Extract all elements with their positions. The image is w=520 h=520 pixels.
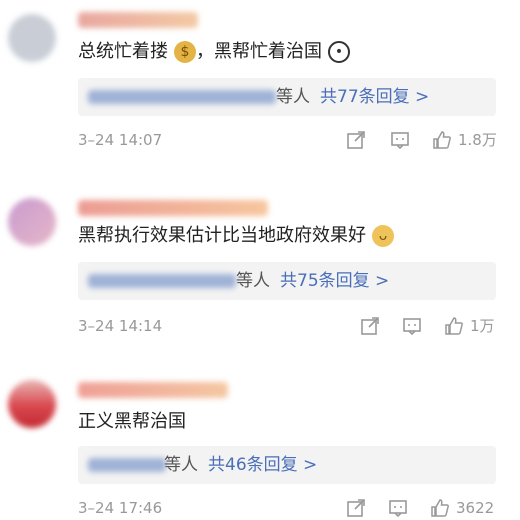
comment-text: 正义黑帮治国 <box>78 410 186 434</box>
comment-text-part: ，黑帮忙着治国 <box>196 41 322 62</box>
reply-count-link[interactable]: 等人 共75条回复 > <box>236 268 389 294</box>
username[interactable] <box>78 382 228 398</box>
username[interactable] <box>78 12 198 28</box>
reply-summary[interactable]: 等人 共46条回复 > <box>78 446 496 484</box>
reply-usernames <box>88 458 166 472</box>
reply-usernames <box>88 274 236 288</box>
reply-summary[interactable]: 等人 共77条回复 > <box>78 78 496 116</box>
like-icon[interactable] <box>444 316 464 336</box>
like-icon[interactable] <box>430 498 450 518</box>
reply-who: 等人 <box>164 455 198 475</box>
reply-who: 等人 <box>276 87 310 107</box>
reply-count-link[interactable]: 等人 共46条回复 > <box>164 452 317 478</box>
money-bag-icon: $ <box>174 41 196 63</box>
reply-usernames <box>88 90 276 104</box>
comment-text-part: 正义黑帮治国 <box>78 411 186 432</box>
comment-text-part: 总统忙着搂 <box>78 41 168 62</box>
comment-icon[interactable] <box>388 498 408 518</box>
doge-face-icon: ᴗ <box>372 225 394 247</box>
like-count: 1万 <box>470 317 495 335</box>
comment-icon[interactable] <box>402 316 422 336</box>
share-icon[interactable] <box>360 316 380 336</box>
reply-count: 共46条回复 > <box>208 455 318 475</box>
reply-count: 共77条回复 > <box>320 87 430 107</box>
avatar[interactable] <box>8 198 56 246</box>
timestamp: 3–24 14:07 <box>78 131 163 149</box>
like-count: 3622 <box>456 499 495 517</box>
comment-meta: 3–24 14:14 1万 <box>78 314 498 338</box>
share-icon[interactable] <box>346 130 366 150</box>
comment-text-part: 黑帮执行效果估计比当地政府效果好 <box>78 225 366 246</box>
reply-who: 等人 <box>236 271 270 291</box>
like-icon[interactable] <box>432 130 452 150</box>
like-count: 1.8万 <box>458 131 497 149</box>
reply-count: 共75条回复 > <box>280 271 390 291</box>
comment-meta: 3–24 14:07 1.8万 <box>78 128 498 152</box>
timestamp: 3–24 17:46 <box>78 499 163 517</box>
share-icon[interactable] <box>346 498 366 518</box>
reply-count-link[interactable]: 等人 共77条回复 > <box>276 84 429 110</box>
comment-text: 总统忙着搂 $ ，黑帮忙着治国 • <box>78 40 350 64</box>
reply-summary[interactable]: 等人 共75条回复 > <box>78 262 496 300</box>
comment-icon[interactable] <box>390 130 410 150</box>
avatar[interactable] <box>8 14 56 62</box>
avatar[interactable] <box>8 380 56 428</box>
panda-face-icon: • <box>328 41 350 63</box>
comment-meta: 3–24 17:46 3622 <box>78 496 498 520</box>
comment-text: 黑帮执行效果估计比当地政府效果好 ᴗ <box>78 224 394 248</box>
timestamp: 3–24 14:14 <box>78 317 163 335</box>
username[interactable] <box>78 200 268 216</box>
